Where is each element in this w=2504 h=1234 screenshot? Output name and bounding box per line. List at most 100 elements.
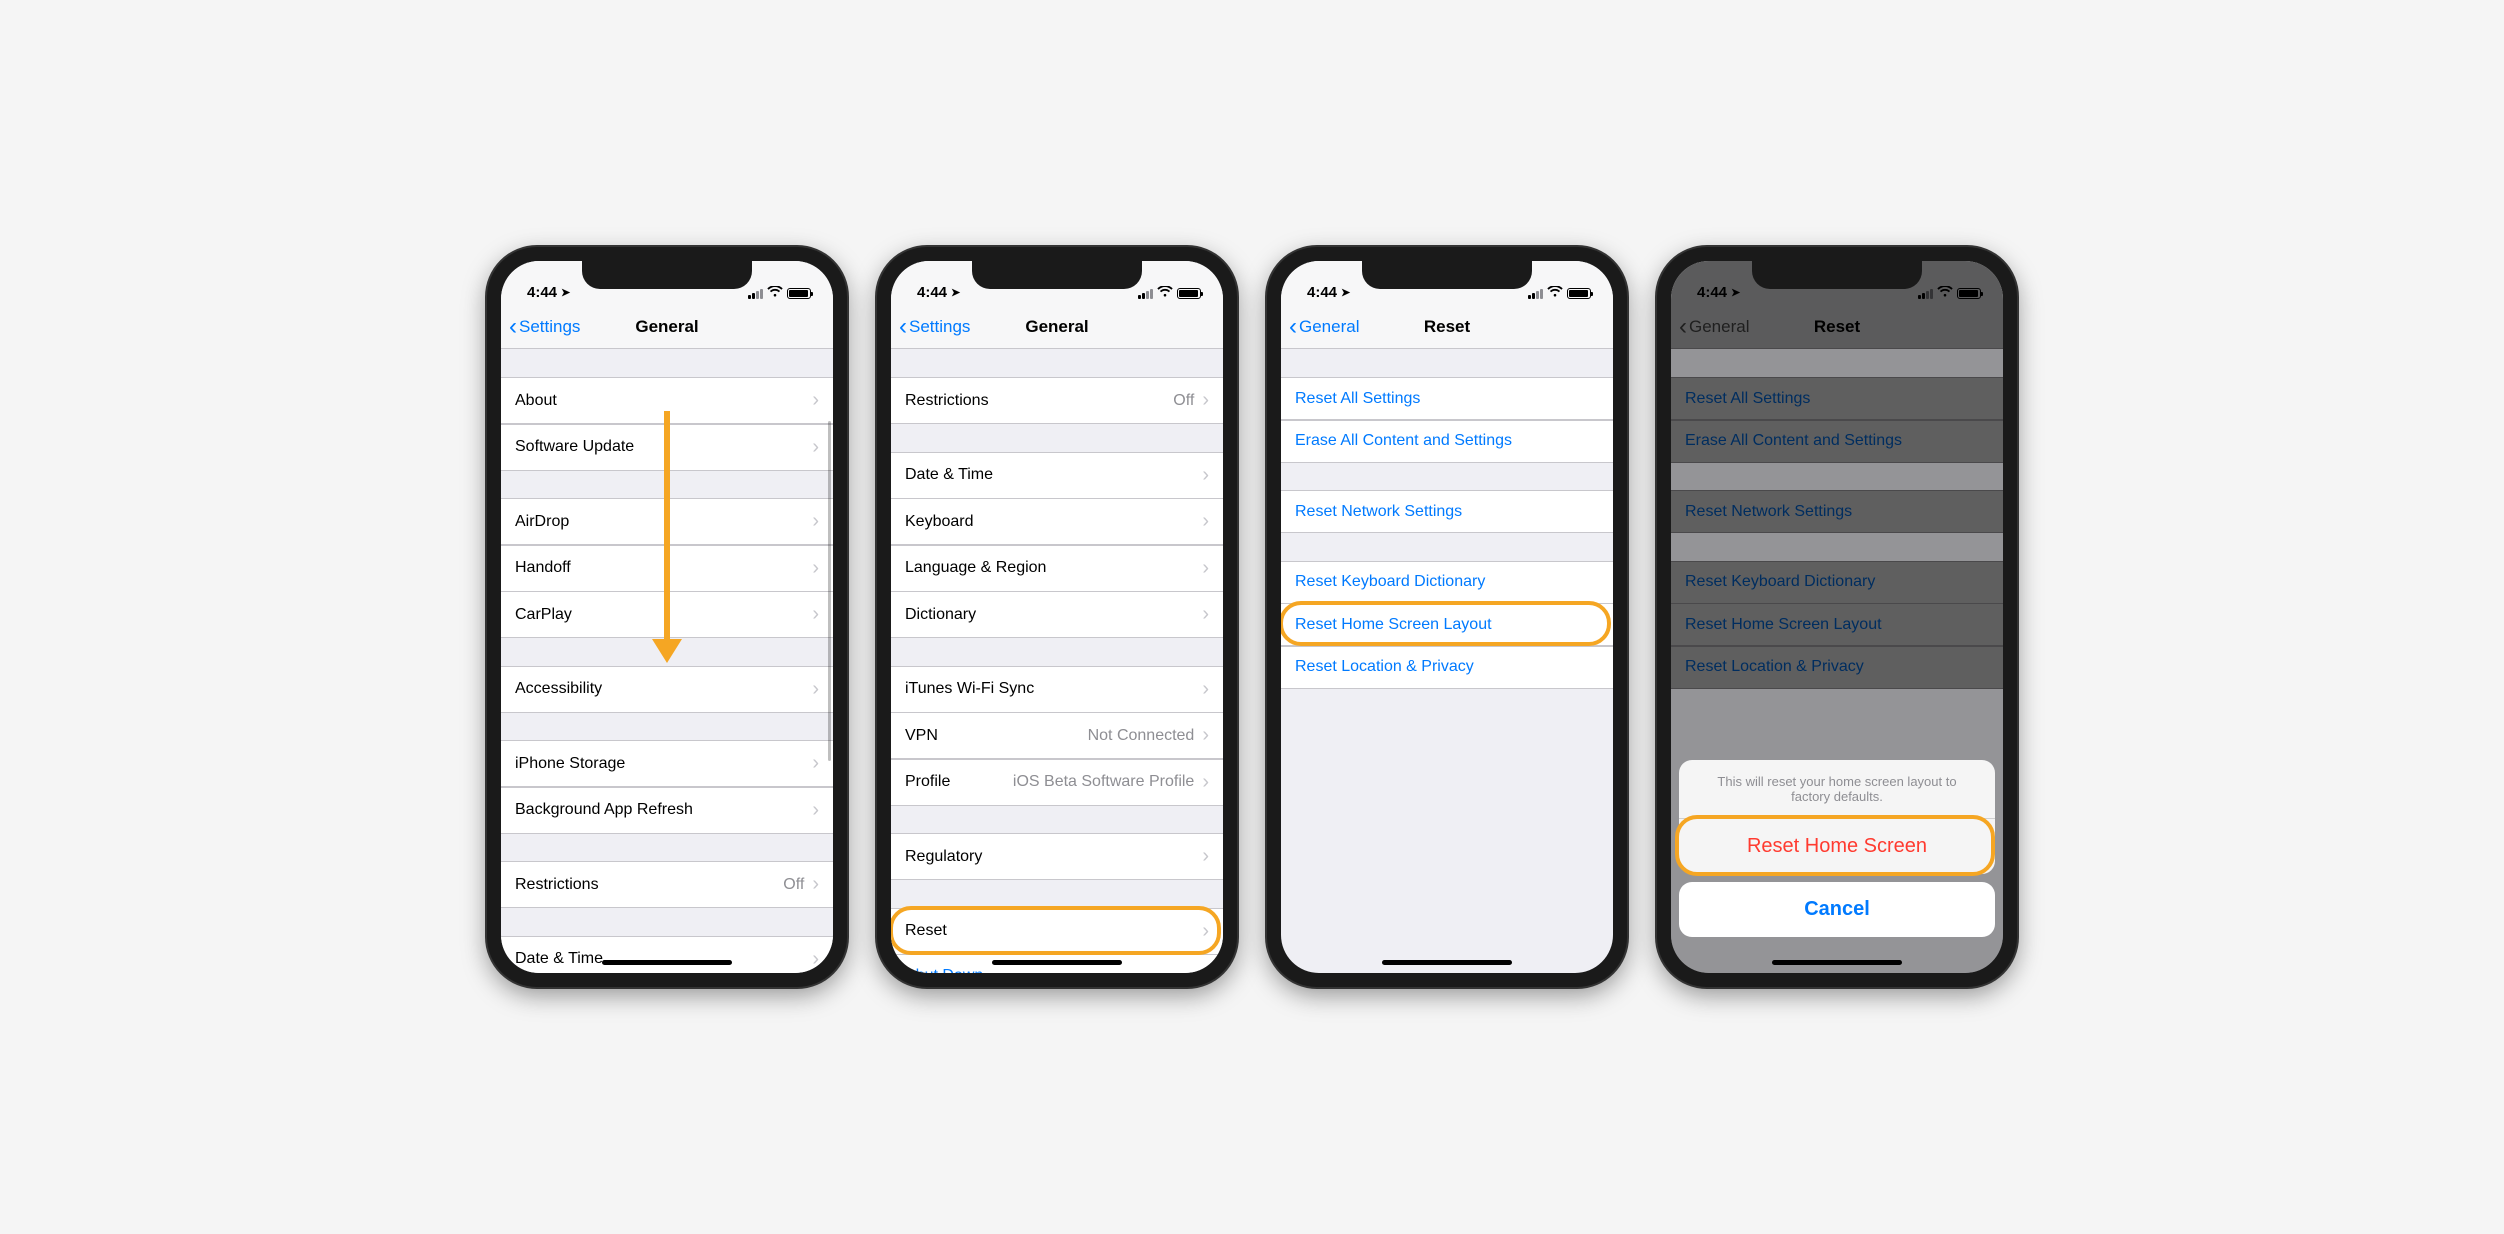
notch (972, 261, 1142, 289)
cell-restrictions[interactable]: Restrictions Off› (891, 377, 1223, 424)
chevron-right-icon: › (812, 678, 819, 701)
back-button[interactable]: ‹ Settings (509, 315, 580, 339)
cell-language-region[interactable]: Language & Region › (891, 545, 1223, 592)
nav-bar: ‹ Settings General (891, 305, 1223, 349)
cell-label: Restrictions (905, 392, 989, 410)
home-indicator[interactable] (992, 960, 1122, 965)
status-time: 4:44 (527, 284, 557, 301)
phone-screen: 4:44 ➤ ‹ Settings General (501, 261, 833, 973)
cell-label: Date & Time (905, 466, 993, 484)
cell-regulatory[interactable]: Regulatory › (891, 833, 1223, 880)
cell-reset[interactable]: Reset › (891, 908, 1223, 955)
cell-detail: Not Connected (1088, 727, 1203, 745)
settings-group: iPhone Storage › Background App Refresh … (501, 740, 833, 834)
battery-icon (1177, 288, 1201, 299)
cell-dictionary[interactable]: Dictionary › (891, 591, 1223, 638)
home-indicator[interactable] (602, 960, 732, 965)
chevron-right-icon: › (812, 389, 819, 412)
cancel-button[interactable]: Cancel (1679, 882, 1995, 937)
chevron-right-icon: › (812, 799, 819, 822)
cellular-signal-icon (1138, 289, 1153, 299)
cell-vpn[interactable]: VPN Not Connected› (891, 712, 1223, 759)
cell-erase-all-content-and-settings[interactable]: Erase All Content and Settings (1281, 420, 1613, 463)
phone-frame: 4:44 ➤ ‹ General Reset (1657, 247, 2017, 987)
cell-label: Restrictions (515, 876, 599, 894)
cell-about[interactable]: About › (501, 377, 833, 424)
cell-reset-network-settings[interactable]: Reset Network Settings (1281, 490, 1613, 533)
cell-carplay[interactable]: CarPlay › (501, 591, 833, 638)
chevron-right-icon: › (1202, 603, 1209, 626)
home-indicator[interactable] (1772, 960, 1902, 965)
notch (582, 261, 752, 289)
cell-label: Reset Location & Privacy (1295, 658, 1474, 676)
home-indicator[interactable] (1382, 960, 1512, 965)
settings-group: About › Software Update › (501, 377, 833, 471)
back-label: General (1299, 317, 1359, 337)
chevron-right-icon: › (1202, 845, 1209, 868)
cell-label: VPN (905, 727, 938, 745)
action-sheet-main: This will reset your home screen layout … (1679, 760, 1995, 874)
location-services-icon: ➤ (1341, 286, 1350, 299)
chevron-right-icon: › (1202, 389, 1209, 412)
chevron-left-icon: ‹ (509, 315, 517, 339)
reset-home-screen-button[interactable]: Reset Home Screen (1679, 819, 1995, 874)
back-label: Settings (909, 317, 970, 337)
nav-bar: ‹ Settings General (501, 305, 833, 349)
cell-airdrop[interactable]: AirDrop › (501, 498, 833, 545)
wifi-icon (767, 286, 783, 301)
battery-icon (787, 288, 811, 299)
content-scroll[interactable]: Restrictions Off› Date & Time › Keyboard… (891, 349, 1223, 973)
cell-handoff[interactable]: Handoff › (501, 545, 833, 592)
cell-restrictions[interactable]: Restrictions Off› (501, 861, 833, 908)
cell-date-time[interactable]: Date & Time › (891, 452, 1223, 499)
cell-label: AirDrop (515, 513, 569, 531)
cell-label: Profile (905, 773, 950, 791)
back-button[interactable]: ‹ Settings (899, 315, 970, 339)
back-button[interactable]: ‹ General (1289, 315, 1359, 339)
cell-label: CarPlay (515, 606, 572, 624)
settings-group: Date & Time › Keyboard › Language & Regi… (501, 936, 833, 974)
cell-background-app-refresh[interactable]: Background App Refresh › (501, 787, 833, 834)
settings-group: Reset Network Settings (1281, 490, 1613, 533)
settings-group: Reset All Settings Erase All Content and… (1281, 377, 1613, 463)
cell-software-update[interactable]: Software Update › (501, 424, 833, 471)
chevron-right-icon: › (1202, 678, 1209, 701)
chevron-right-icon: › (1202, 920, 1209, 943)
cell-date-time[interactable]: Date & Time › (501, 936, 833, 974)
cell-label: Handoff (515, 559, 571, 577)
back-label: Settings (519, 317, 580, 337)
cell-label: Regulatory (905, 848, 982, 866)
cell-detail: iOS Beta Software Profile (1013, 773, 1202, 791)
cell-reset-keyboard-dictionary[interactable]: Reset Keyboard Dictionary (1281, 561, 1613, 604)
notch (1752, 261, 1922, 289)
cell-label: iTunes Wi-Fi Sync (905, 680, 1034, 698)
cell-profile[interactable]: Profile iOS Beta Software Profile› (891, 759, 1223, 806)
cell-label: Background App Refresh (515, 801, 693, 819)
chevron-right-icon: › (812, 557, 819, 580)
cell-reset-home-screen-layout[interactable]: Reset Home Screen Layout (1281, 603, 1613, 646)
cell-iphone-storage[interactable]: iPhone Storage › (501, 740, 833, 787)
settings-group: Regulatory › (891, 833, 1223, 880)
status-time: 4:44 (1307, 284, 1337, 301)
cell-accessibility[interactable]: Accessibility › (501, 666, 833, 713)
cell-label: Reset (905, 922, 947, 940)
chevron-right-icon: › (812, 948, 819, 971)
action-sheet-cancel-block: Cancel (1679, 882, 1995, 937)
cell-label: About (515, 392, 557, 410)
phone-frame: 4:44 ➤ ‹ Settings General (487, 247, 847, 987)
cell-label: iPhone Storage (515, 755, 625, 773)
settings-group: iTunes Wi-Fi Sync › VPN Not Connected› P… (891, 666, 1223, 806)
cell-label: Accessibility (515, 680, 602, 698)
cell-itunes-wi-fi-sync[interactable]: iTunes Wi-Fi Sync › (891, 666, 1223, 713)
cell-reset-all-settings[interactable]: Reset All Settings (1281, 377, 1613, 420)
content-scroll[interactable]: Reset All Settings Erase All Content and… (1281, 349, 1613, 973)
chevron-right-icon: › (812, 873, 819, 896)
nav-bar: ‹ General Reset (1281, 305, 1613, 349)
chevron-right-icon: › (1202, 510, 1209, 533)
cell-keyboard[interactable]: Keyboard › (891, 498, 1223, 545)
battery-icon (1567, 288, 1591, 299)
cell-reset-location-privacy[interactable]: Reset Location & Privacy (1281, 646, 1613, 689)
scrollbar[interactable] (828, 421, 831, 761)
content-scroll[interactable]: About › Software Update › AirDrop › Hand… (501, 349, 833, 973)
cell-label: Shut Down (905, 967, 983, 974)
